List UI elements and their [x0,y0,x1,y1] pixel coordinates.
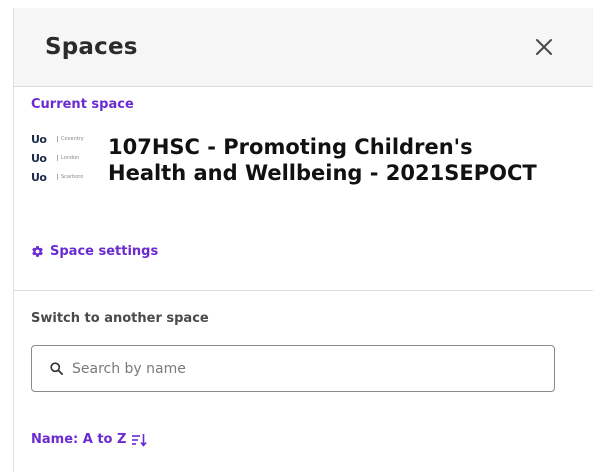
search-input[interactable] [72,360,512,377]
gear-icon [32,246,43,257]
logo-mark: Uo [31,151,47,165]
section-divider [13,290,593,291]
sort-label: Name: A to Z [31,432,127,447]
logo-city: London [57,155,79,161]
search-icon [50,362,63,375]
logo-city: Scarboro [57,174,83,180]
close-button[interactable] [532,35,556,59]
current-space-name: 107HSC - Promoting Children's Health and… [108,135,537,185]
logo-mark: Uo [31,170,47,184]
logo-city: Coventry [57,136,84,142]
space-logo: Uo Coventry Uo London Uo Scarboro [31,131,93,201]
panel-header: Spaces [14,8,593,87]
sort-button[interactable]: Name: A to Z [31,432,148,447]
logo-row: Uo Coventry [31,131,93,147]
search-field[interactable] [31,345,555,392]
logo-row: Uo Scarboro [31,169,93,185]
logo-row: Uo London [31,150,93,166]
close-icon [536,39,552,55]
switch-space-label: Switch to another space [31,311,209,326]
space-settings-link[interactable]: Space settings [31,244,158,259]
current-space-label: Current space [31,97,134,112]
space-settings-label: Space settings [50,244,159,259]
sort-descending-icon [132,433,148,447]
spaces-panel: Spaces [13,8,593,472]
logo-mark: Uo [31,132,47,146]
panel-title: Spaces [45,34,138,60]
